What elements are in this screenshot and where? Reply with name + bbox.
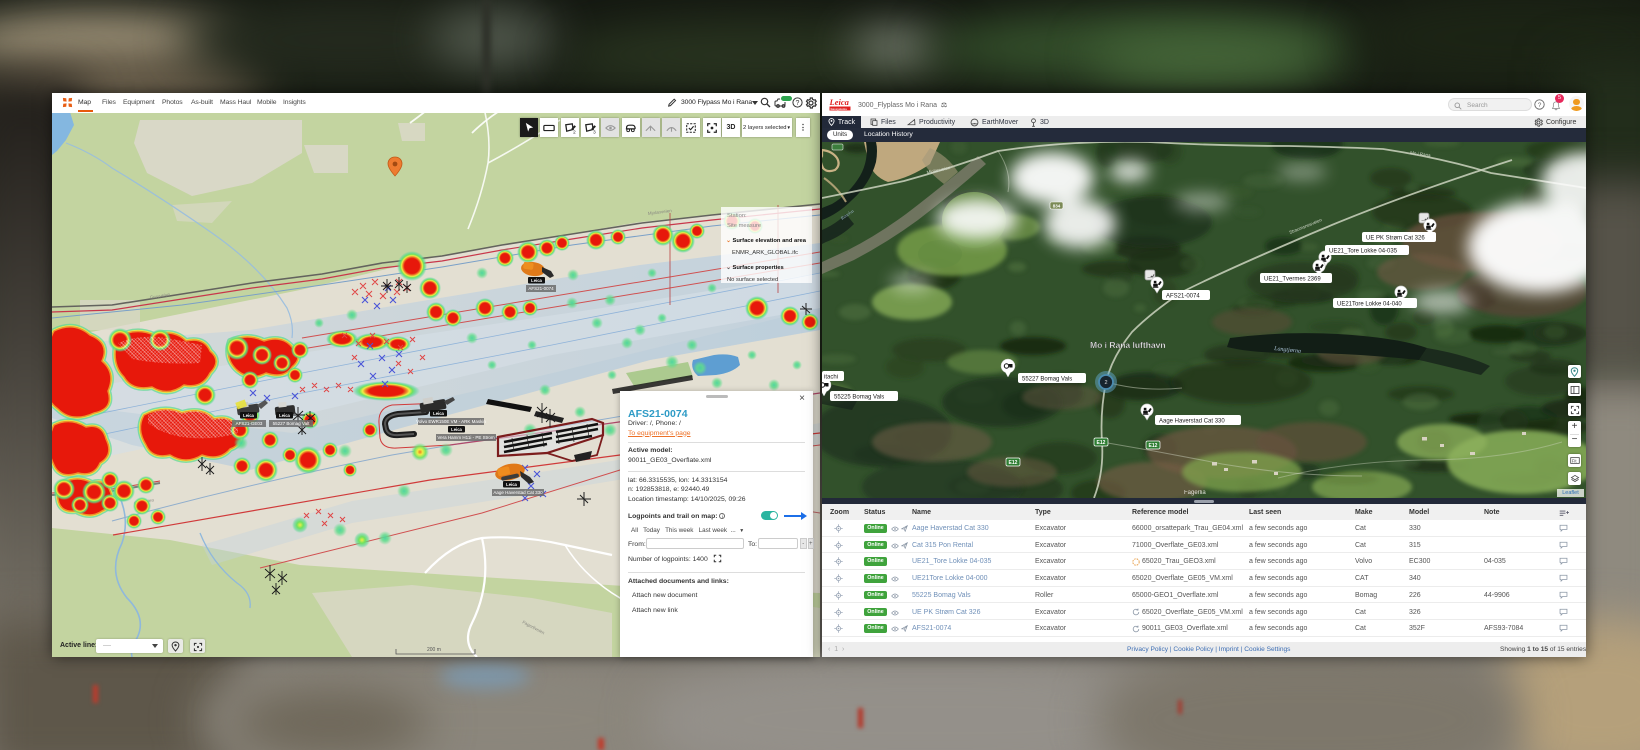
svg-text:Fagerlia: Fagerlia: [1184, 490, 1206, 496]
svg-text:834: 834: [1053, 204, 1061, 209]
svg-text:?: ?: [796, 100, 800, 107]
svg-text:2: 2: [573, 129, 576, 133]
svg-text:AFS21-0074: AFS21-0074: [1166, 294, 1200, 300]
svg-text:Fit: Fit: [1571, 458, 1577, 463]
svg-text:Geosystems: Geosystems: [831, 107, 848, 111]
svg-text:UE21_Tore Lokke 04-035: UE21_Tore Lokke 04-035: [1329, 249, 1398, 255]
svg-text:E12: E12: [1009, 460, 1018, 466]
svg-text:Mo i Rana lufthavn: Mo i Rana lufthavn: [1090, 340, 1166, 350]
svg-text:E12: E12: [1149, 443, 1158, 449]
svg-text:Aage Haverstad Cat 330: Aage Haverstad Cat 330: [1159, 419, 1225, 425]
svg-text:3: 3: [594, 129, 597, 133]
svg-text:55227 Bomag Vals: 55227 Bomag Vals: [1022, 377, 1072, 383]
svg-text:UE21_Tvermes 2369: UE21_Tvermes 2369: [1264, 277, 1321, 283]
svg-text:?: ?: [1538, 102, 1542, 109]
svg-text:UE21Tore Lokke 04-040: UE21Tore Lokke 04-040: [1337, 302, 1402, 308]
svg-text:UE PK Strøm Cat 326: UE PK Strøm Cat 326: [1366, 236, 1425, 242]
svg-text:2: 2: [1104, 380, 1107, 386]
svg-text:itachi: itachi: [824, 375, 838, 381]
svg-text:Leica: Leica: [829, 97, 850, 107]
svg-text:E12: E12: [1097, 440, 1106, 446]
svg-text:55225 Bomag Vals: 55225 Bomag Vals: [834, 395, 884, 401]
